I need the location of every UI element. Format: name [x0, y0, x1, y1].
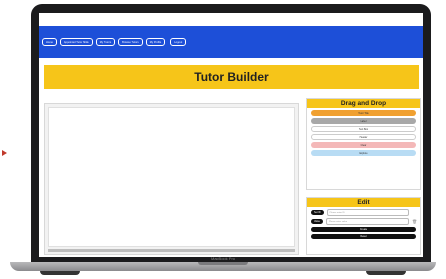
laptop-notch [198, 262, 248, 265]
nav-home-button[interactable]: Home [42, 38, 57, 46]
laptop-foot-left [40, 271, 80, 275]
device-label: MacBook Pro [210, 256, 235, 261]
drag-item-clear[interactable]: Clear [311, 142, 416, 148]
drag-item-explore[interactable]: Explore [311, 150, 416, 156]
nav-my-tutors-button[interactable]: My Tutors [95, 38, 116, 46]
create-button[interactable]: Create [311, 227, 416, 232]
drag-item-header[interactable]: Header [311, 134, 416, 140]
page-title: Tutor Builder [194, 70, 269, 84]
delete-icon[interactable]: 🗑 [412, 219, 417, 224]
top-navbar: Home Appointed Tutor Slide My Tutors Bro… [39, 26, 423, 58]
drag-item-list: Tutor Title Label Text Box Header Clear … [307, 108, 420, 158]
edit-row-value: Value Please enter value 🗑 [307, 216, 420, 225]
nav-browse-tutors-button[interactable]: Browse Tutors [118, 38, 143, 46]
edit-panel: Edit Set ID Please enter ID Value Please… [306, 197, 421, 255]
builder-canvas[interactable] [48, 107, 295, 247]
pointer-arrow-icon [2, 150, 7, 156]
drag-item-label[interactable]: Label [311, 118, 416, 124]
edit-row-id: Set ID Please enter ID [307, 207, 420, 216]
nav-logout-button[interactable]: Logout [170, 38, 187, 46]
drag-item-tutor-title[interactable]: Tutor Title [311, 110, 416, 116]
id-input[interactable]: Please enter ID [326, 209, 409, 216]
drag-and-drop-heading: Drag and Drop [307, 99, 420, 108]
value-input[interactable]: Please enter value [325, 218, 409, 225]
set-id-label: Set ID [311, 210, 324, 215]
reset-button[interactable]: Reset [311, 234, 416, 239]
canvas-horizontal-scrollbar[interactable] [48, 249, 295, 252]
value-label: Value [311, 219, 323, 224]
laptop-base [10, 262, 436, 271]
laptop-foot-right [366, 271, 406, 275]
title-banner: Tutor Builder [44, 65, 419, 89]
drag-and-drop-panel: Drag and Drop Tutor Title Label Text Box… [306, 98, 421, 190]
nav-appointed-tutor-slide-button[interactable]: Appointed Tutor Slide [59, 38, 93, 46]
builder-canvas-panel [44, 103, 299, 255]
drag-item-text-box[interactable]: Text Box [311, 126, 416, 132]
app-screen: Home Appointed Tutor Slide My Tutors Bro… [39, 13, 423, 257]
browser-top-strip [39, 13, 423, 26]
nav-my-profile-button[interactable]: My Profile [145, 38, 166, 46]
edit-heading: Edit [307, 198, 420, 207]
